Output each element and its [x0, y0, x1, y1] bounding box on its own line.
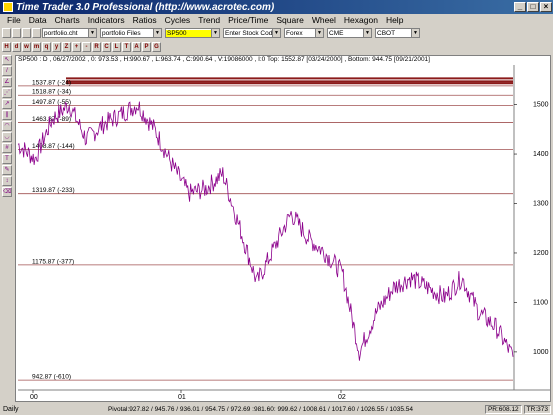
menu-help[interactable]: Help [382, 15, 407, 25]
toolbar2-button[interactable]: Z [62, 42, 71, 52]
toolbar2-button[interactable]: R [92, 42, 101, 52]
x-tick-label: 00 [30, 394, 38, 401]
pointer-tool-icon[interactable]: ↖ [2, 55, 12, 65]
level-label: 1175.87 (-377) [32, 258, 74, 265]
arc-tool-icon[interactable]: ◡ [2, 132, 12, 142]
toolbar2-button[interactable]: m [32, 42, 41, 52]
menu-hexagon[interactable]: Hexagon [340, 15, 382, 25]
new-file-icon[interactable] [2, 28, 11, 38]
toolbar2-button[interactable]: + [72, 42, 81, 52]
level-label: 1518.87 (-34) [32, 89, 71, 96]
text-tool-icon[interactable]: T [2, 154, 12, 164]
angle-tool-icon[interactable]: ∠ [2, 77, 12, 87]
toolbar2-button[interactable]: w [22, 42, 31, 52]
status-period: Daily [3, 405, 19, 413]
chevron-down-icon: ▼ [363, 29, 371, 37]
x-tick-label: 02 [338, 394, 346, 401]
toolbar2-button[interactable]: C [102, 42, 111, 52]
toolbar2-button[interactable]: q [42, 42, 51, 52]
level-label: 1319.87 (-233) [32, 187, 75, 194]
drawing-tools-column: ↖ / ∠ ⋰ ↗ ∥ ◠ ◡ # T ✎ ↕ ⌫ [2, 55, 14, 198]
market-forex-select[interactable]: Forex ▼ [284, 28, 324, 38]
price-series-line [17, 101, 514, 361]
close-button[interactable]: × [540, 2, 552, 12]
chevron-down-icon: ▼ [153, 29, 161, 37]
level-label: 942.87 (-610) [32, 374, 71, 381]
toolbar2-button[interactable]: H [2, 42, 11, 52]
menu-ratios[interactable]: Ratios [129, 15, 161, 25]
market-cbot-select[interactable]: CBOT ▼ [375, 28, 420, 38]
status-bar: Daily Pivotal:927.82 / 945.76 / 936.01 /… [0, 403, 553, 415]
toolbar2-button[interactable]: G [152, 42, 161, 52]
stock-code-input[interactable]: Enter Stock Code ▼ [223, 28, 281, 38]
status-pivots: Pivotal:927.82 / 945.76 / 936.01 / 954.7… [107, 405, 413, 413]
y-tick-label: 1200 [533, 250, 549, 257]
maximize-button[interactable]: □ [527, 2, 539, 12]
toolbar2-button[interactable]: A [132, 42, 141, 52]
chart-canvas: 1537.87 (-24)1518.87 (-34)1497.87 (-55)1… [17, 65, 550, 401]
open-folder-icon[interactable] [12, 28, 21, 38]
line-tool-icon[interactable]: / [2, 66, 12, 76]
portfolio-file-select[interactable]: portfolio.cht ▼ [42, 28, 97, 38]
channel-tool-icon[interactable]: ∥ [2, 110, 12, 120]
app-icon [3, 2, 13, 12]
fan-tool-icon[interactable]: ⋰ [2, 88, 12, 98]
menu-cycles[interactable]: Cycles [161, 15, 195, 25]
toolbar2-button[interactable]: T [122, 42, 131, 52]
cycle-tool-icon[interactable]: ◠ [2, 121, 12, 131]
erase-tool-icon[interactable]: ⌫ [2, 187, 12, 197]
chart-info-bar: SP500 : D , 06/27/2002 , 0: 973.53 , H:9… [16, 56, 550, 64]
level-label: 1537.87 (-24) [32, 79, 71, 86]
window-title: Time Trader 3.0 Professional (http://www… [16, 1, 275, 13]
toolbar2-button[interactable]: d [12, 42, 21, 52]
menu-wheel[interactable]: Wheel [308, 15, 340, 25]
menu-bar: File Data Charts Indicators Ratios Cycle… [0, 14, 553, 26]
menu-indicators[interactable]: Indicators [84, 15, 129, 25]
chevron-down-icon: ▼ [88, 29, 96, 37]
save-icon[interactable] [22, 28, 31, 38]
portfolio-files-select[interactable]: portfolio Files ▼ [100, 28, 162, 38]
chevron-down-icon: ▼ [315, 29, 323, 37]
menu-charts[interactable]: Charts [51, 15, 84, 25]
app-window: Time Trader 3.0 Professional (http://www… [0, 0, 553, 415]
measure-tool-icon[interactable]: ↕ [2, 176, 12, 186]
menu-square[interactable]: Square [272, 15, 307, 25]
market-cme-select[interactable]: CME ▼ [327, 28, 372, 38]
minimize-button[interactable]: _ [514, 2, 526, 12]
title-bar: Time Trader 3.0 Professional (http://www… [0, 0, 553, 14]
toolbar2-button[interactable]: L [112, 42, 121, 52]
y-tick-label: 1500 [533, 102, 549, 109]
x-tick-label: 01 [178, 394, 186, 401]
menu-trend[interactable]: Trend [194, 15, 224, 25]
ray-tool-icon[interactable]: ↗ [2, 99, 12, 109]
chart-toolbar: H d w m q y Z + - R C L T A P G [0, 41, 553, 53]
chevron-down-icon: ▼ [211, 29, 219, 37]
main-toolbar: portfolio.cht ▼ portfolio Files ▼ SP500 … [0, 26, 553, 40]
toolbar2-button[interactable]: - [82, 42, 91, 52]
menu-price-time[interactable]: Price/Time [224, 15, 272, 25]
y-tick-label: 1400 [533, 151, 549, 158]
chevron-down-icon: ▼ [272, 29, 280, 37]
chevron-down-icon: ▼ [411, 29, 419, 37]
menu-file[interactable]: File [3, 15, 25, 25]
y-tick-label: 1100 [533, 299, 548, 306]
price-chart[interactable]: 1537.87 (-24) 1518.87 (-34) 1497.87 (-55) 1… [15, 55, 551, 402]
menu-data[interactable]: Data [25, 15, 51, 25]
grid-tool-icon[interactable]: # [2, 143, 12, 153]
y-tick-label: 1000 [533, 349, 549, 356]
symbol-select[interactable]: SP500 ▼ [165, 28, 220, 38]
status-pr: PR:608.12 [484, 404, 522, 414]
status-tr: TR:373 [523, 404, 551, 414]
toolbar2-button[interactable]: y [52, 42, 61, 52]
toolbar2-button[interactable]: P [142, 42, 151, 52]
y-tick-label: 1300 [533, 201, 549, 208]
print-icon[interactable] [32, 28, 41, 38]
pencil-tool-icon[interactable]: ✎ [2, 165, 12, 175]
